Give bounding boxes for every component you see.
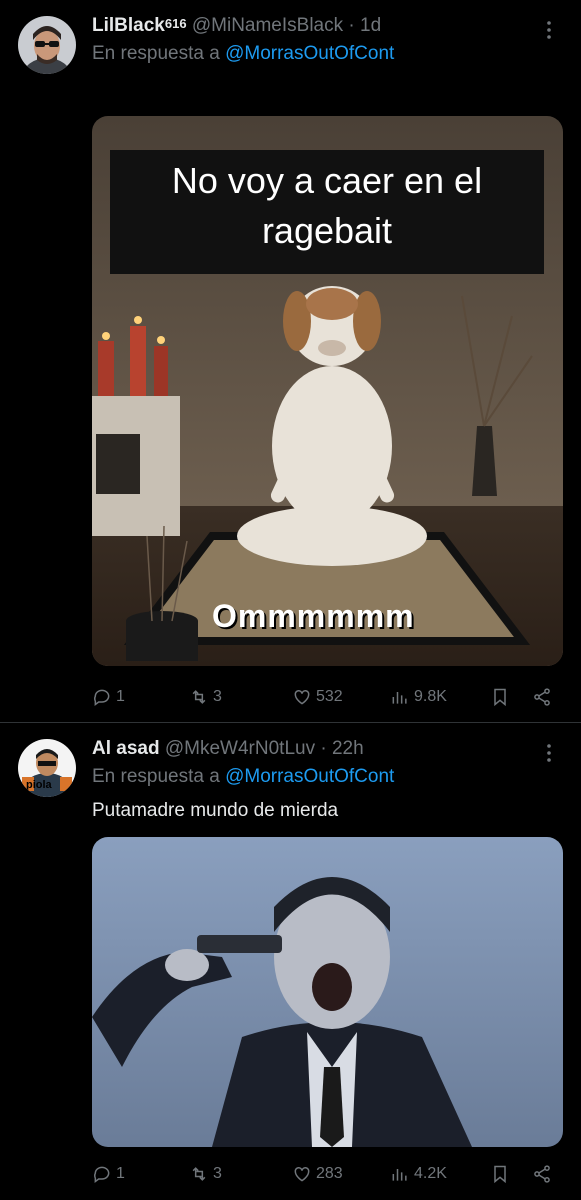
- tweet-body: Al asad @MkeW4rN0tLuv · 22h En respuesta…: [92, 735, 563, 825]
- tweet-actions: 1 3 283 4.2K: [92, 1159, 563, 1189]
- bookmark-button[interactable]: [490, 682, 510, 712]
- image-caption-bottom: Ommmmmm: [212, 598, 415, 634]
- image-caption-top: No voy a caer en el ragebait: [171, 160, 483, 251]
- timestamp[interactable]: 22h: [332, 738, 364, 759]
- heart-icon: [294, 689, 310, 705]
- views-icon: [392, 692, 407, 704]
- reply-context: En respuesta a @MorrasOutOfCont: [92, 766, 395, 787]
- avatar[interactable]: piola: [18, 739, 76, 797]
- retweet-button[interactable]: 3: [189, 1159, 222, 1189]
- tweet-header: LilBlack616 @MiNameIsBlack · 1d: [92, 12, 563, 40]
- bookmark-icon: [494, 688, 506, 707]
- share-button[interactable]: [532, 682, 552, 712]
- share-icon: [534, 688, 550, 706]
- retweet-icon: [192, 690, 206, 704]
- tweet[interactable]: piola Al asad @MkeW4rN0tLuv · 22h En res…: [0, 723, 581, 1200]
- heart-icon: [294, 1166, 310, 1182]
- reply-icon: [94, 689, 110, 706]
- reply-context: En respuesta a @MorrasOutOfCont: [92, 43, 395, 64]
- separator-dot: ·: [320, 738, 327, 759]
- share-button[interactable]: [532, 1159, 552, 1189]
- tweet-image[interactable]: [92, 837, 563, 1147]
- display-name[interactable]: Al asad: [92, 738, 160, 759]
- avatar[interactable]: [18, 16, 76, 74]
- tweet[interactable]: LilBlack616 @MiNameIsBlack · 1d En respu…: [0, 0, 581, 723]
- tweet-actions: 1 3 532 9.8K: [92, 682, 563, 712]
- share-icon: [534, 1165, 550, 1183]
- reply-mention-link[interactable]: @MorrasOutOfCont: [225, 43, 394, 64]
- reply-button[interactable]: 1: [92, 1159, 125, 1189]
- tweet-body: LilBlack616 @MiNameIsBlack · 1d En respu…: [92, 12, 563, 68]
- tweet-text: Putamadre mundo de mierda: [92, 800, 339, 821]
- like-button[interactable]: 283: [292, 1159, 343, 1189]
- bookmark-button[interactable]: [490, 1159, 510, 1189]
- tweet-image[interactable]: No voy a caer en el ragebait Ommmmmm: [92, 116, 563, 666]
- reply-button[interactable]: 1: [92, 682, 125, 712]
- like-button[interactable]: 532: [292, 682, 343, 712]
- bookmark-icon: [494, 1165, 506, 1184]
- handle[interactable]: @MiNameIsBlack: [192, 15, 343, 36]
- more-options-icon[interactable]: [537, 18, 561, 42]
- tweet-header: Al asad @MkeW4rN0tLuv · 22h: [92, 735, 563, 763]
- reply-icon: [94, 1166, 110, 1183]
- views-button[interactable]: 9.8K: [390, 682, 447, 712]
- retweet-button[interactable]: 3: [189, 682, 222, 712]
- views-button[interactable]: 4.2K: [390, 1159, 447, 1189]
- views-icon: [392, 1169, 407, 1181]
- reply-mention-link[interactable]: @MorrasOutOfCont: [225, 766, 394, 787]
- display-name[interactable]: LilBlack616: [92, 15, 187, 36]
- separator-dot: ·: [348, 15, 355, 36]
- more-options-icon[interactable]: [537, 741, 561, 765]
- avatar-label: piola: [26, 779, 52, 791]
- retweet-icon: [192, 1167, 206, 1181]
- handle[interactable]: @MkeW4rN0tLuv: [165, 738, 315, 759]
- timestamp[interactable]: 1d: [360, 15, 381, 36]
